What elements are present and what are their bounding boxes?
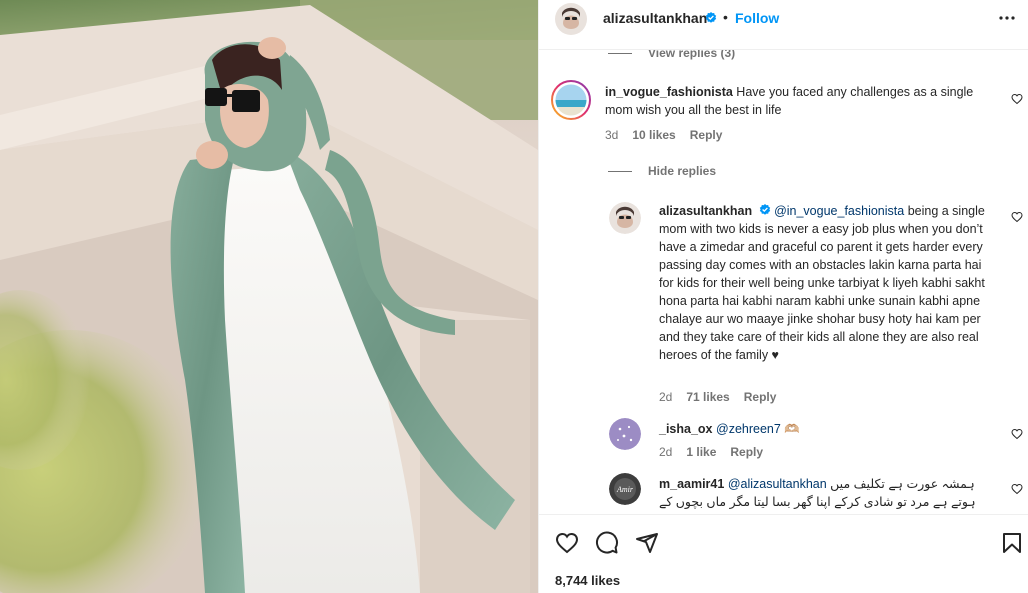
reply-time: 2d: [659, 445, 673, 459]
reply-avatar[interactable]: [609, 202, 641, 234]
hide-replies-button[interactable]: Hide replies: [608, 164, 716, 178]
reply-mention[interactable]: @in_vogue_fashionista: [774, 204, 904, 218]
avatar-logo-text: Amir: [616, 485, 634, 494]
share-icon[interactable]: [635, 531, 659, 555]
post-detail-panel: alizasultankhan • Follow View replies (3…: [539, 0, 1028, 593]
heart-icon[interactable]: [1011, 93, 1023, 105]
comment-likes[interactable]: 10 likes: [632, 128, 675, 142]
like-heart-icon[interactable]: [555, 531, 579, 555]
reply-text: m_aamir41 @alizasultankhan ہمشہ عورت ہے …: [659, 475, 999, 511]
reply-username[interactable]: alizasultankhan: [659, 204, 752, 218]
reply-body: being a single mom with two kids is neve…: [659, 204, 985, 362]
comment-item: in_vogue_fashionista Have you faced any …: [551, 80, 1023, 150]
comment-icon[interactable]: [595, 531, 619, 555]
post-actions: 8,744 likes: [539, 514, 1028, 593]
comment-text: in_vogue_fashionista Have you faced any …: [605, 83, 975, 119]
author-avatar[interactable]: [555, 3, 587, 35]
verified-badge-icon: [759, 204, 770, 215]
reply-likes[interactable]: 71 likes: [686, 390, 729, 404]
reply-meta: 2d 71 likes Reply: [659, 390, 790, 404]
reply-meta: 2d 1 like Reply: [659, 445, 777, 459]
reply-reply-button[interactable]: Reply: [730, 445, 763, 459]
reply-reply-button[interactable]: Reply: [744, 390, 777, 404]
replies-line: [608, 171, 632, 173]
header-separator: •: [723, 9, 728, 25]
reply-avatar[interactable]: [609, 418, 641, 450]
reply-username[interactable]: m_aamir41: [659, 477, 724, 491]
view-replies-label: View replies (3): [648, 50, 736, 60]
likes-count[interactable]: 8,744 likes: [555, 573, 620, 588]
reply-mention[interactable]: @alizasultankhan: [728, 477, 827, 491]
follow-button[interactable]: Follow: [735, 10, 779, 26]
reply-item: Amir m_aamir41 @alizasultankhan ہمشہ عور…: [609, 473, 1023, 514]
post-header: alizasultankhan • Follow: [539, 0, 1028, 50]
reply-text: _isha_ox @zehreen7 🫶🏼: [659, 420, 999, 438]
heart-icon[interactable]: [1011, 428, 1023, 440]
heart-icon[interactable]: [1011, 483, 1023, 495]
post-image: [0, 0, 538, 593]
comment-username[interactable]: in_vogue_fashionista: [605, 85, 733, 99]
comment-meta: 3d 10 likes Reply: [605, 128, 736, 142]
verified-badge-icon: [705, 12, 717, 23]
reply-item: _isha_ox @zehreen7 🫶🏼 2d 1 like Reply: [609, 418, 1023, 463]
replies-line: [608, 53, 632, 55]
reply-time: 2d: [659, 390, 673, 404]
more-options-icon[interactable]: [997, 8, 1017, 28]
view-replies-button[interactable]: View replies (3): [608, 50, 735, 60]
reply-item: alizasultankhan @in_vogue_fashionista be…: [609, 202, 1023, 407]
reply-text: alizasultankhan @in_vogue_fashionista be…: [659, 202, 999, 364]
commenter-avatar[interactable]: [551, 80, 591, 120]
comment-reply-button[interactable]: Reply: [690, 128, 723, 142]
heart-icon[interactable]: [1011, 211, 1023, 223]
author-username[interactable]: alizasultankhan: [603, 10, 707, 26]
reply-likes[interactable]: 1 like: [686, 445, 716, 459]
reply-body: 🫶🏼: [784, 422, 800, 436]
reply-mention[interactable]: @zehreen7: [716, 422, 781, 436]
hide-replies-label: Hide replies: [648, 164, 717, 178]
reply-avatar[interactable]: Amir: [609, 473, 641, 505]
comment-time: 3d: [605, 128, 619, 142]
bookmark-icon[interactable]: [1000, 531, 1024, 555]
comments-list[interactable]: View replies (3) in_vogue_fashionista Ha…: [539, 50, 1028, 514]
reply-username[interactable]: _isha_ox: [659, 422, 713, 436]
